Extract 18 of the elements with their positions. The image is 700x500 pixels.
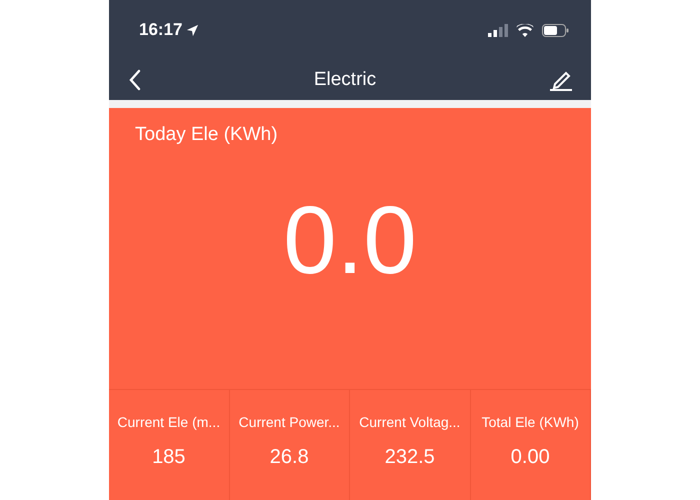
- stat-label: Current Voltag...: [359, 414, 460, 430]
- edit-button[interactable]: [548, 69, 573, 91]
- stat-value: 185: [152, 446, 186, 468]
- status-time: 16:17: [139, 20, 200, 40]
- stat-value: 232.5: [384, 446, 435, 468]
- location-arrow-icon: [186, 24, 200, 36]
- today-label: Today Ele (KWh): [135, 124, 279, 146]
- wifi-icon: [516, 24, 534, 36]
- page-title: Electric: [314, 69, 376, 91]
- back-button[interactable]: [129, 69, 141, 91]
- signal-icon: [488, 24, 508, 36]
- stat-value: 0.00: [510, 446, 550, 468]
- battery-icon: [542, 24, 569, 36]
- today-value: 0.0: [282, 186, 418, 296]
- stat-label: Current Ele (m...: [117, 414, 220, 430]
- stat-label: Total Ele (KWh): [482, 414, 579, 430]
- stat-value: 26.8: [270, 446, 309, 468]
- stat-label: Current Power...: [238, 414, 340, 430]
